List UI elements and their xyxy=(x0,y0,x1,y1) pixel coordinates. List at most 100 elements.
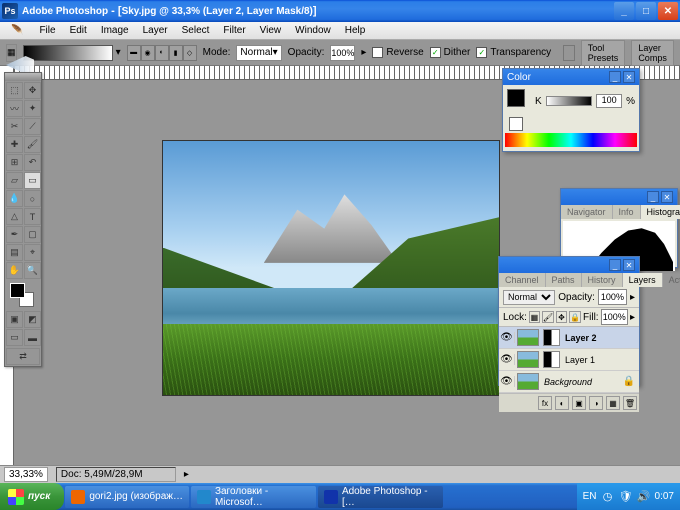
gradient-linear[interactable]: ▬ xyxy=(127,45,141,61)
gradient-preview[interactable] xyxy=(23,45,113,61)
wand-tool[interactable]: ✦ xyxy=(24,100,41,117)
color-slider[interactable] xyxy=(546,96,592,106)
color-panel-titlebar[interactable]: Color _✕ xyxy=(503,69,639,85)
layer-thumbnail[interactable] xyxy=(517,373,539,390)
visibility-toggle-icon[interactable]: 👁 xyxy=(499,332,515,343)
layer-blend-select[interactable]: Normal xyxy=(503,290,555,305)
language-indicator[interactable]: EN xyxy=(583,491,597,502)
reverse-checkbox[interactable]: Reverse xyxy=(372,47,423,58)
menu-file[interactable]: File xyxy=(32,23,62,38)
panel-minimize-icon[interactable]: _ xyxy=(647,191,659,203)
blur-tool[interactable]: 💧 xyxy=(6,190,23,207)
panel-close-icon[interactable]: ✕ xyxy=(661,191,673,203)
quickmask-mode-icon[interactable]: ◩ xyxy=(24,311,41,328)
layer-name[interactable]: Background xyxy=(541,377,592,387)
layer-mask-thumbnail[interactable] xyxy=(543,351,560,368)
layer-thumbnail[interactable] xyxy=(517,351,539,368)
document-canvas[interactable] xyxy=(162,140,500,396)
layer-thumbnail[interactable] xyxy=(517,329,539,346)
close-button[interactable]: ✕ xyxy=(658,2,678,20)
layer-mask-icon[interactable]: ◐ xyxy=(555,396,569,410)
menu-select[interactable]: Select xyxy=(175,23,217,38)
blend-mode-select[interactable]: Normal ▾ xyxy=(236,45,281,61)
menu-edit[interactable]: Edit xyxy=(63,23,94,38)
tray-icon[interactable]: 🔊 xyxy=(637,490,651,504)
gradient-tool[interactable]: ▭ xyxy=(24,172,41,189)
actions-tab[interactable]: Actions xyxy=(663,273,680,287)
color-foreground-swatch[interactable] xyxy=(507,89,525,107)
task-item[interactable]: gori2.jpg (изображ… xyxy=(65,486,189,508)
panel-minimize-icon[interactable]: _ xyxy=(609,259,621,271)
paths-tab[interactable]: Paths xyxy=(546,273,582,287)
transparency-checkbox[interactable]: ✓Transparency xyxy=(476,47,551,58)
panel-minimize-icon[interactable]: _ xyxy=(609,71,621,83)
layer-name[interactable]: Layer 2 xyxy=(562,333,597,343)
dither-checkbox[interactable]: ✓Dither xyxy=(430,47,471,58)
lock-all-icon[interactable]: 🔒 xyxy=(569,311,581,323)
status-menu-icon[interactable]: ▸ xyxy=(184,469,189,480)
visibility-toggle-icon[interactable]: 👁 xyxy=(499,376,515,387)
channels-tab[interactable]: Channel xyxy=(499,273,546,287)
clock[interactable]: 0:07 xyxy=(655,491,674,502)
eyedropper-tool[interactable]: ⌖ xyxy=(24,244,41,261)
zoom-tool[interactable]: 🔍 xyxy=(24,262,41,279)
menu-view[interactable]: View xyxy=(253,23,289,38)
task-item-active[interactable]: Adobe Photoshop - [… xyxy=(318,486,443,508)
layers-tab[interactable]: Layers xyxy=(623,273,663,287)
menu-window[interactable]: Window xyxy=(288,23,338,38)
color-swatches[interactable] xyxy=(5,280,41,310)
standard-mode-icon[interactable]: ▣ xyxy=(6,311,23,328)
layer-row[interactable]: 👁Background🔒 xyxy=(499,371,639,393)
fill-input[interactable]: 100% xyxy=(601,309,628,325)
screen-standard-icon[interactable]: ▭ xyxy=(6,329,23,346)
panel-close-icon[interactable]: ✕ xyxy=(623,259,635,271)
lock-transparency-icon[interactable]: ▦ xyxy=(529,311,540,323)
toolbox-grip[interactable] xyxy=(5,73,41,81)
panel-close-icon[interactable]: ✕ xyxy=(623,71,635,83)
tool-presets-tab[interactable]: Tool Presets xyxy=(581,40,626,66)
color-spectrum[interactable] xyxy=(505,133,637,147)
lock-image-icon[interactable]: 🖌 xyxy=(542,311,554,323)
foreground-color-icon[interactable] xyxy=(10,283,25,298)
new-set-icon[interactable]: ▣ xyxy=(572,396,586,410)
layer-comps-tab[interactable]: Layer Comps xyxy=(631,40,674,66)
gradient-radial[interactable]: ◉ xyxy=(141,45,155,61)
start-button[interactable]: пуск xyxy=(0,483,64,510)
history-brush-tool[interactable]: ↶ xyxy=(24,154,41,171)
stamp-tool[interactable]: ⊞ xyxy=(6,154,23,171)
marquee-tool[interactable]: ⬚ xyxy=(6,82,23,99)
menu-help[interactable]: Help xyxy=(338,23,373,38)
brush-tool[interactable]: 🖌 xyxy=(24,136,41,153)
menu-image[interactable]: Image xyxy=(94,23,136,38)
maximize-button[interactable]: □ xyxy=(636,2,656,20)
lock-position-icon[interactable]: ✥ xyxy=(556,311,567,323)
slice-tool[interactable]: ⟋ xyxy=(24,118,41,135)
delete-layer-icon[interactable]: 🗑 xyxy=(623,396,637,410)
opacity-input[interactable]: 100% xyxy=(330,45,355,61)
tool-preset-picker[interactable]: ▦ xyxy=(6,44,17,62)
histogram-titlebar[interactable]: _✕ xyxy=(561,189,677,205)
lasso-tool[interactable]: 〰 xyxy=(6,100,23,117)
notes-tool[interactable]: ▤ xyxy=(6,244,23,261)
pen-tool[interactable]: ✒ xyxy=(6,226,23,243)
layer-style-icon[interactable]: fx xyxy=(538,396,552,410)
layer-opacity-input[interactable]: 100% xyxy=(598,289,627,305)
navigator-tab[interactable]: Navigator xyxy=(561,205,613,219)
type-tool[interactable]: T xyxy=(24,208,41,225)
gradient-reflected[interactable]: ▮ xyxy=(169,45,183,61)
history-tab[interactable]: History xyxy=(582,273,623,287)
menu-layer[interactable]: Layer xyxy=(136,23,175,38)
crop-tool[interactable]: ✂ xyxy=(6,118,23,135)
layer-row[interactable]: 👁 Layer 2 xyxy=(499,327,639,349)
new-layer-icon[interactable]: ▦ xyxy=(606,396,620,410)
task-item[interactable]: Заголовки - Microsof… xyxy=(191,486,316,508)
move-tool[interactable]: ✥ xyxy=(24,82,41,99)
layer-row[interactable]: 👁Layer 1 xyxy=(499,349,639,371)
menu-filter[interactable]: Filter xyxy=(216,23,252,38)
layers-titlebar[interactable]: _✕ xyxy=(499,257,639,273)
eraser-tool[interactable]: ▱ xyxy=(6,172,23,189)
info-tab[interactable]: Info xyxy=(613,205,641,219)
shape-tool[interactable]: ▢ xyxy=(24,226,41,243)
palette-well-icon[interactable] xyxy=(563,45,575,61)
histogram-tab[interactable]: Histogram xyxy=(641,205,680,219)
